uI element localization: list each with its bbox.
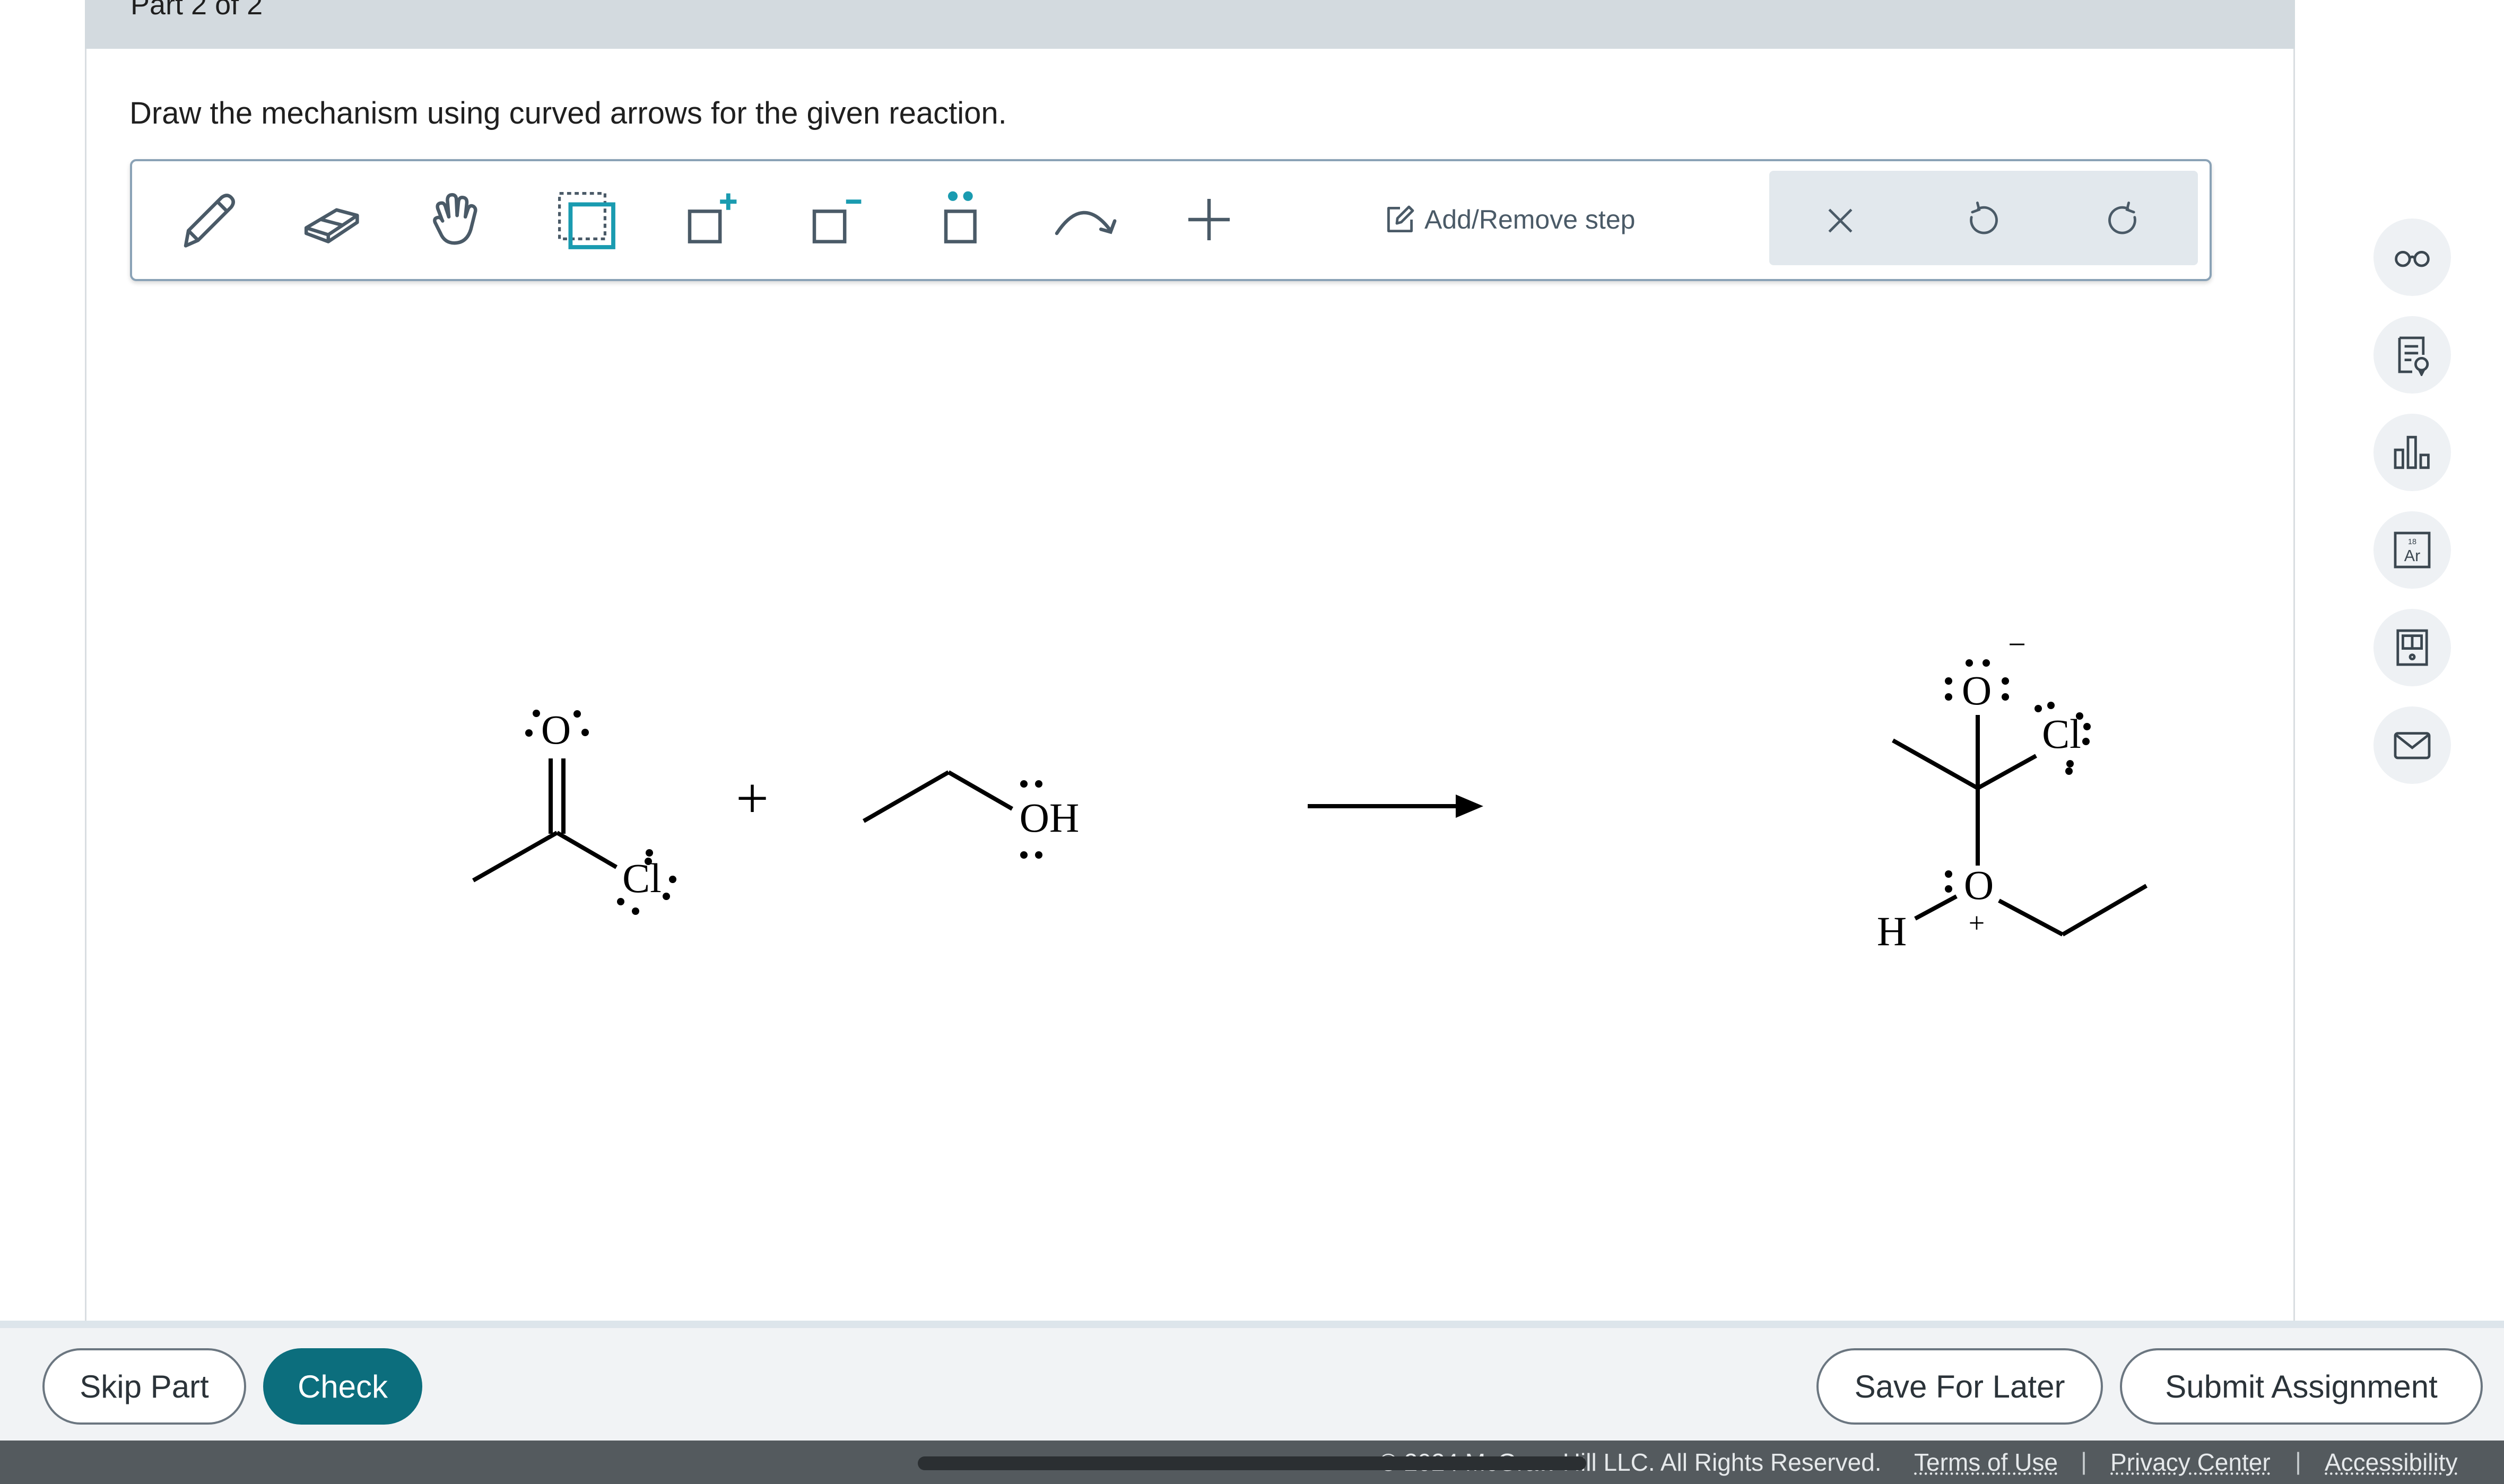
drawing-canvas[interactable]: O Cl + OH O − Cl O + H [86, 286, 2290, 1315]
redo-icon[interactable] [2097, 194, 2150, 247]
periodic-number: 18 [2408, 538, 2416, 546]
curved-arrow-icon[interactable] [1047, 182, 1121, 257]
chart-icon[interactable] [2373, 414, 2451, 491]
mail-icon[interactable] [2373, 706, 2451, 784]
eraser-icon[interactable] [294, 182, 368, 257]
reactant-acetyl-chloride[interactable] [472, 758, 618, 883]
instruction-text: Draw the mechanism using curved arrows f… [129, 96, 1007, 130]
clear-icon[interactable] [1814, 194, 1867, 247]
privacy-center-link[interactable]: Privacy Center [2110, 1448, 2271, 1477]
lone-pair-icon[interactable] [923, 182, 997, 257]
calculator-icon[interactable] [2373, 609, 2451, 686]
atom-cl-product: Cl [2042, 711, 2081, 757]
add-charge-icon[interactable] [673, 182, 747, 257]
periodic-table-icon[interactable]: 18 Ar [2373, 511, 2451, 589]
reactant-ethanol[interactable] [863, 770, 1013, 823]
atom-o-reactant1: O [541, 706, 571, 753]
atom-h-product: H [1877, 908, 1907, 954]
drawing-toolbar: Add/Remove step [130, 159, 2212, 281]
lone-pair-o-plus-product [1945, 870, 1952, 893]
hand-icon[interactable] [419, 182, 493, 257]
charge-plus-product: + [1969, 907, 1985, 939]
save-for-later-button[interactable]: Save For Later [1816, 1348, 2103, 1425]
edit-icon [1387, 205, 1414, 232]
part-label: Part 2 of 2 [131, 0, 263, 21]
bottom-bar: Skip Part Check Save For Later Submit As… [0, 1321, 2504, 1441]
reaction-arrow [1308, 795, 1483, 818]
select-icon[interactable] [549, 182, 623, 257]
submit-assignment-button[interactable]: Submit Assignment [2120, 1348, 2483, 1425]
charge-minus-product: − [2008, 627, 2026, 662]
accessibility-link[interactable]: Accessibility [2325, 1448, 2458, 1477]
footer-separator: | [2295, 1447, 2301, 1475]
periodic-symbol: Ar [2404, 547, 2420, 565]
plus-icon[interactable] [1172, 182, 1246, 257]
notes-icon[interactable] [2373, 316, 2451, 394]
glasses-icon[interactable] [2373, 219, 2451, 296]
remove-charge-icon[interactable] [798, 182, 872, 257]
atom-cl-reactant1: Cl [622, 855, 662, 901]
horizontal-scrollbar[interactable] [918, 1456, 1586, 1470]
footer-separator: | [2081, 1447, 2087, 1475]
product-tetrahedral-intermediate[interactable] [1892, 715, 2148, 937]
atom-o-plus-product: O [1964, 862, 1994, 908]
part-header: Part 2 of 2 [85, 0, 2295, 49]
atom-oh-reactant2: OH [1020, 795, 1080, 841]
terms-of-use-link[interactable]: Terms of Use [1914, 1448, 2058, 1477]
plus-sign: + [736, 766, 769, 831]
history-controls [1769, 171, 2198, 265]
pencil-icon[interactable] [169, 182, 244, 257]
add-remove-step-label: Add/Remove step [1424, 205, 1636, 234]
check-button[interactable]: Check [263, 1348, 422, 1425]
undo-icon[interactable] [1956, 194, 2009, 247]
skip-part-button[interactable]: Skip Part [42, 1348, 246, 1425]
add-remove-step-button[interactable]: Add/Remove step [1384, 198, 1635, 241]
atom-o-minus-product: O [1962, 667, 1992, 713]
